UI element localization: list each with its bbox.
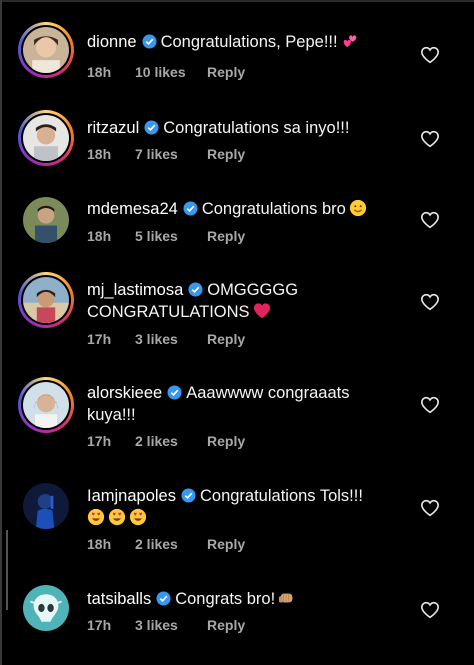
timestamp: 18h	[87, 146, 112, 162]
comment-body: Aaawwww congraaats	[186, 384, 350, 402]
likes-count[interactable]: 2 likes	[135, 433, 207, 449]
red-heart-emoji	[253, 302, 271, 320]
comment-body: OMGGGGG	[207, 281, 299, 299]
comment-text: ritzazul Congratulations sa inyo!!!	[87, 117, 349, 139]
avatar[interactable]	[18, 377, 74, 433]
likes-count[interactable]: 5 likes	[135, 228, 207, 244]
comment-meta: 18h 2 likes Reply	[87, 536, 245, 552]
comment-text-line2	[87, 507, 147, 529]
avatar[interactable]	[18, 580, 74, 636]
username[interactable]: mdemesa24	[87, 200, 178, 218]
comment-body: Congrats bro!	[175, 590, 276, 608]
reply-button[interactable]: Reply	[207, 433, 245, 449]
username[interactable]: alorskieee	[87, 384, 162, 402]
comment-body: Congratulations sa inyo!!!	[163, 119, 350, 137]
likes-count[interactable]: 3 likes	[135, 617, 207, 633]
likes-count[interactable]: 10 likes	[135, 64, 207, 80]
heart-outline-icon[interactable]	[420, 601, 440, 619]
timestamp: 17h	[87, 617, 112, 633]
comment-text: mj_lastimosa OMGGGGG	[87, 279, 298, 301]
reply-button[interactable]: Reply	[207, 146, 245, 162]
timestamp: 18h	[87, 228, 112, 244]
username[interactable]: ritzazul	[87, 119, 139, 137]
scrollbar[interactable]	[6, 530, 8, 610]
username[interactable]: mj_lastimosa	[87, 281, 183, 299]
heart-outline-icon[interactable]	[420, 499, 440, 517]
smile-emoji	[349, 199, 367, 217]
comment-body-continued: kuya!!!	[87, 406, 136, 424]
verified-badge-icon	[188, 282, 203, 297]
hearts-emoji	[341, 32, 359, 50]
avatar[interactable]	[18, 110, 74, 166]
likes-count[interactable]: 3 likes	[135, 331, 207, 347]
comment-text: dionne Congratulations, Pepe!!!	[87, 31, 359, 53]
heart-eyes-emoji	[108, 508, 126, 526]
likes-count[interactable]: 7 likes	[135, 146, 207, 162]
comment-meta: 17h 3 likes Reply	[87, 617, 245, 633]
verified-badge-icon	[183, 201, 198, 216]
comment-text: mdemesa24 Congratulations bro	[87, 198, 367, 220]
comment-body: Congratulations Tols!!!	[199, 487, 363, 505]
fist-bump-emoji	[278, 589, 296, 607]
reply-button[interactable]: Reply	[207, 64, 245, 80]
heart-outline-icon[interactable]	[420, 211, 440, 229]
reply-button[interactable]: Reply	[207, 228, 245, 244]
avatar[interactable]	[18, 272, 74, 328]
left-border	[0, 0, 2, 665]
comment-text: tatsiballs Congrats bro!	[87, 588, 296, 610]
comment-body: Congratulations bro	[201, 200, 346, 218]
verified-badge-icon	[167, 385, 182, 400]
avatar[interactable]	[18, 478, 74, 534]
reply-button[interactable]: Reply	[207, 536, 245, 552]
comment-text-line2: CONGRATULATIONS	[87, 301, 271, 323]
comment-meta: 17h 2 likes Reply	[87, 433, 245, 449]
verified-badge-icon	[142, 34, 157, 49]
reply-button[interactable]: Reply	[207, 331, 245, 347]
heart-outline-icon[interactable]	[420, 46, 440, 64]
comment-body: Congratulations, Pepe!!!	[160, 33, 338, 51]
username[interactable]: Iamjnapoles	[87, 487, 176, 505]
timestamp: 17h	[87, 433, 112, 449]
comment-meta: 17h 3 likes Reply	[87, 331, 245, 347]
comment-meta: 18h 7 likes Reply	[87, 146, 245, 162]
timestamp: 18h	[87, 64, 112, 80]
comment-meta: 18h 5 likes Reply	[87, 228, 245, 244]
avatar[interactable]	[18, 192, 74, 248]
comment-body-continued: CONGRATULATIONS	[87, 303, 250, 321]
comment-text: Iamjnapoles Congratulations Tols!!!	[87, 485, 363, 507]
heart-outline-icon[interactable]	[420, 293, 440, 311]
avatar[interactable]	[18, 22, 74, 78]
username[interactable]: dionne	[87, 33, 137, 51]
heart-outline-icon[interactable]	[420, 396, 440, 414]
heart-eyes-emoji	[129, 508, 147, 526]
heart-outline-icon[interactable]	[420, 130, 440, 148]
likes-count[interactable]: 2 likes	[135, 536, 207, 552]
comment-text-line2: kuya!!!	[87, 404, 136, 426]
timestamp: 18h	[87, 536, 112, 552]
comment-meta: 18h 10 likes Reply	[87, 64, 245, 80]
timestamp: 17h	[87, 331, 112, 347]
verified-badge-icon	[181, 488, 196, 503]
verified-badge-icon	[156, 591, 171, 606]
top-border	[0, 0, 474, 2]
verified-badge-icon	[144, 120, 159, 135]
heart-eyes-emoji	[87, 508, 105, 526]
reply-button[interactable]: Reply	[207, 617, 245, 633]
username[interactable]: tatsiballs	[87, 590, 151, 608]
comment-text: alorskieee Aaawwww congraaats	[87, 382, 349, 404]
